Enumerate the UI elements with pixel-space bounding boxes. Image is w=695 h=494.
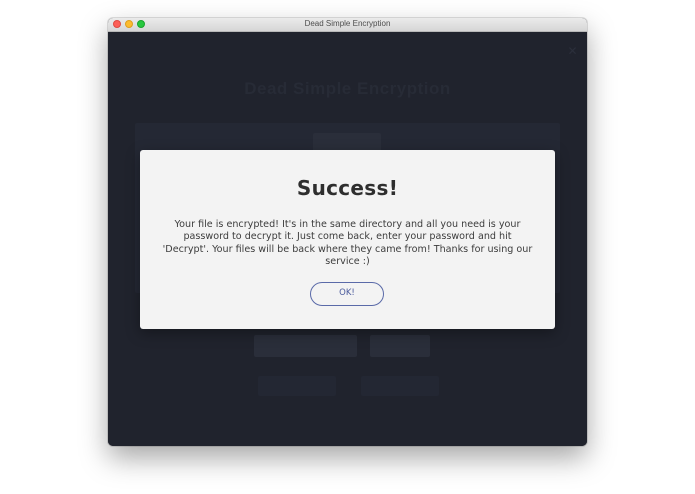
ok-button[interactable]: OK! [310,282,384,306]
close-icon: ✕ [567,44,578,58]
dialog-title: Success! [296,176,399,200]
window-title: Dead Simple Encryption [304,19,391,28]
decrypt-button [361,376,439,396]
dialog-message: Your file is encrypted! It's in the same… [162,219,533,268]
show-password-button [370,335,430,357]
encrypt-button [258,376,336,396]
password-field [254,335,357,357]
app-heading: Dead Simple Encryption [244,79,451,98]
success-dialog: Success! Your file is encrypted! It's in… [140,150,555,329]
title-bar: Dead Simple Encryption [108,18,587,32]
